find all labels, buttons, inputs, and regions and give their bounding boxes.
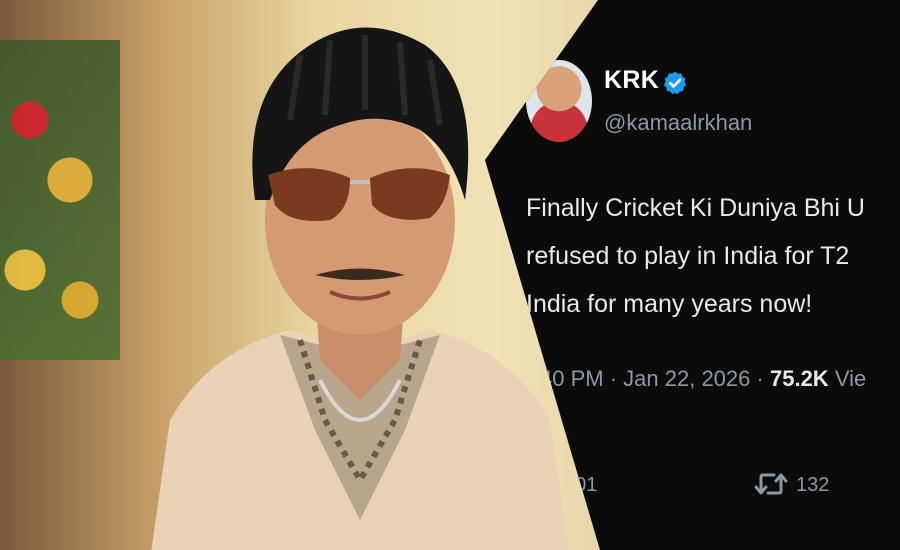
view-count: 75.2K [769, 366, 829, 391]
person-illustration [151, 27, 569, 550]
retweet-count[interactable]: 132 [796, 474, 829, 497]
tweet-text: Finally Cricket Ki Duniya Bhi U refused … [526, 184, 900, 328]
meta-separator: · [609, 366, 624, 391]
retweet-icon[interactable] [754, 470, 788, 498]
handle[interactable]: @kamaalrkhan [604, 110, 752, 136]
tweet-text-line: refused to play in India for T2 [526, 242, 850, 270]
tweet-date[interactable]: Jan 22, 2026 [623, 366, 750, 391]
views-label-text: Vie [834, 366, 867, 391]
views-label: Vie [835, 366, 866, 391]
display-name[interactable]: KRK [604, 66, 659, 95]
background-flowers [0, 40, 120, 360]
meta-separator: · [756, 366, 770, 391]
verified-badge-icon [663, 71, 687, 95]
tweet-text-line: India for many years now! [526, 290, 813, 318]
tweet-meta: 40 PM · Jan 22, 2026 · 75.2K Vie [540, 366, 866, 392]
tweet-text-line: Finally Cricket Ki Duniya Bhi U [526, 194, 865, 222]
